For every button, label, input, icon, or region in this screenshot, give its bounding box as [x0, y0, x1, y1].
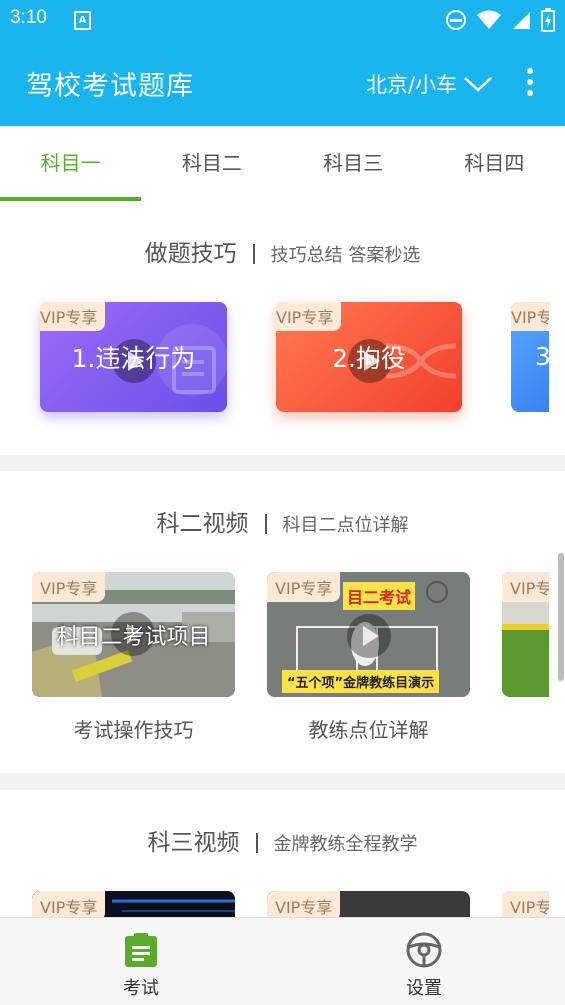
section-title: 科三视频 [147, 830, 240, 856]
section-subtitle: 技巧总结 答案秒选 [270, 245, 421, 266]
tab-subject-1[interactable]: 科目一 [0, 126, 142, 201]
vip-badge: VIP专享 [267, 572, 341, 602]
battery-icon [541, 8, 555, 32]
thumbnail-banner-top: 目二考试 [343, 582, 416, 610]
video-caption: 考试操作技巧 [73, 718, 194, 742]
exam-clipboard-icon [125, 933, 157, 967]
vip-badge: VIP专享 [502, 572, 549, 602]
tip-card-3-partial[interactable]: VIP专享 3 [511, 302, 549, 412]
region-label: 北京/小车 [366, 73, 458, 97]
thumbnail-banner-bottom: “五个项”金牌教练目演示 [282, 670, 440, 693]
wifi-icon [477, 10, 501, 29]
tip-card-1[interactable]: VIP专享 1.违法行为 [40, 302, 227, 412]
nav-exam[interactable]: 考试 [0, 918, 282, 1005]
bottom-navigation: 考试 设置 [0, 917, 565, 1005]
k2-video-section: 科二视频 科目二点位详解 VIP专享 科目二考试项目 VIP专享 目二考试 “五个… [0, 471, 565, 773]
vip-badge: VIP专享 [511, 302, 549, 331]
more-options-icon[interactable] [522, 68, 538, 98]
nav-exam-label: 考试 [123, 978, 159, 999]
vip-badge: VIP专享 [40, 302, 106, 331]
region-selector[interactable]: 北京/小车 [366, 69, 493, 99]
tip-card-3-label: 3 [535, 342, 549, 371]
k3-video-thumb-1[interactable]: VIP专享 [32, 891, 235, 917]
k3-video-section: 科三视频 金牌教练全程教学 VIP专享 VIP专享 VIP专享 [0, 790, 565, 917]
do-not-disturb-icon [446, 10, 466, 30]
tab-subject-4[interactable]: 科目四 [424, 126, 565, 201]
vip-badge: VIP专享 [502, 891, 549, 917]
tip-card-2[interactable]: VIP专享 2.拘役 [276, 302, 462, 412]
vip-badge: VIP专享 [32, 572, 106, 602]
section-title: 科二视频 [156, 511, 249, 537]
status-bar: 3:10 A [0, 0, 565, 38]
vip-badge: VIP专享 [32, 891, 106, 917]
subject-tabs: 科目一 科目二 科目三 科目四 [0, 126, 565, 201]
vip-badge: VIP专享 [267, 891, 341, 917]
section-header: 科二视频 科目二点位详解 [0, 504, 565, 538]
vip-badge: VIP专享 [276, 302, 342, 331]
scrollbar[interactable] [558, 553, 564, 681]
nav-settings-label: 设置 [406, 978, 442, 999]
section-subtitle: 金牌教练全程教学 [273, 834, 418, 855]
cell-signal-icon [513, 12, 530, 29]
video-caption: 教练点位详解 [308, 718, 429, 742]
tips-section: 做题技巧 技巧总结 答案秒选 VIP专享 1.违法行为 VIP专享 2.拘役 VI… [0, 201, 565, 455]
tab-subject-2[interactable]: 科目二 [141, 126, 282, 201]
app-bar: 驾校考试题库 北京/小车 [0, 38, 565, 126]
k3-video-thumb-2[interactable]: VIP专享 [267, 891, 470, 917]
video-thumb-2[interactable]: VIP专享 目二考试 “五个项”金牌教练目演示 [267, 572, 470, 697]
play-icon [347, 614, 391, 658]
section-header: 做题技巧 技巧总结 答案秒选 [0, 234, 565, 268]
video-thumb-1[interactable]: VIP专享 科目二考试项目 [32, 572, 235, 697]
section-header: 科三视频 金牌教练全程教学 [0, 823, 565, 857]
tab-subject-3[interactable]: 科目三 [283, 126, 424, 201]
notification-a-icon: A [74, 11, 91, 30]
section-subtitle: 科目二点位详解 [282, 515, 409, 536]
k3-video-thumb-3-partial[interactable]: VIP专享 [502, 891, 549, 917]
chevron-down-icon [464, 77, 492, 92]
section-title: 做题技巧 [144, 241, 237, 267]
video-thumb-3-partial[interactable]: VIP专享 [502, 572, 549, 697]
app-title: 驾校考试题库 [26, 71, 194, 102]
nav-settings[interactable]: 设置 [283, 918, 565, 1005]
steering-wheel-icon [406, 932, 442, 968]
status-time: 3:10 [10, 7, 47, 28]
